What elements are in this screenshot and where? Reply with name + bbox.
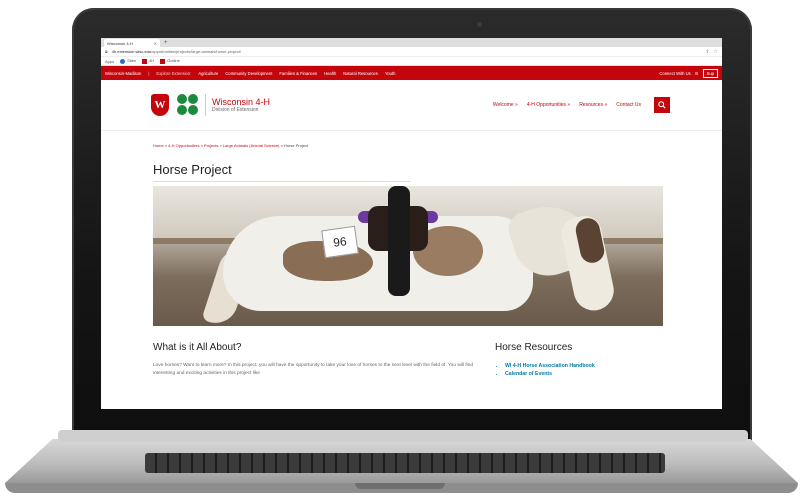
url-path: /opportunities/projects/large-animals/ho… xyxy=(151,49,241,54)
star-icon[interactable]: ☆ xyxy=(714,49,718,55)
page-title: Horse Project xyxy=(153,162,232,177)
sidebar-title: Horse Resources xyxy=(495,342,573,353)
bookmark-apps[interactable]: Apps xyxy=(105,59,114,64)
support-button[interactable]: Sup xyxy=(702,68,718,78)
intro-paragraph: Love horses? Want to learn more? In this… xyxy=(153,363,474,376)
main-content: Home » 4-H Opportunities » Projects » La… xyxy=(101,143,722,378)
brand-title: Wisconsin 4-H xyxy=(212,97,271,107)
4h-clover-logo[interactable] xyxy=(177,94,199,116)
explore-label: Explore Extension: xyxy=(156,70,192,76)
bookmark-w-icon xyxy=(142,58,148,64)
tab-title: Wisconsin 4-H xyxy=(107,40,133,46)
hinge xyxy=(58,430,748,442)
address-bar[interactable]: 🔒︎ 4h.extension.wisc.edu/opportunities/p… xyxy=(101,47,722,57)
rider-leg xyxy=(388,186,410,296)
url-domain: 4h.extension.wisc.edu xyxy=(111,49,152,54)
topbar-link-natural-resources[interactable]: Natural Resources xyxy=(343,71,378,76)
bookmark-outline[interactable]: Outline xyxy=(160,58,180,64)
bookmark-sites-label: Sites xyxy=(127,58,137,64)
content-columns: What is it All About? Love horses? Want … xyxy=(153,342,664,378)
nav-opportunities[interactable]: 4-H Opportunities » xyxy=(527,102,570,108)
topbar-link-community[interactable]: Community Development xyxy=(225,71,272,76)
breadcrumb-current: Horse Project xyxy=(283,143,309,148)
main-nav: Welcome » 4-H Opportunities » Resources … xyxy=(493,97,670,113)
resources-sidebar: Horse Resources WI 4-H Horse Association… xyxy=(495,342,595,378)
topbar-link-health[interactable]: Health xyxy=(324,71,336,76)
lid-notch xyxy=(355,483,445,489)
nav-resources[interactable]: Resources » xyxy=(579,102,607,108)
resource-link-calendar[interactable]: Calendar of Events xyxy=(505,370,595,378)
laptop-screen: Wisconsin 4-H ✕ + 🔒︎ 4h.extension.wisc.e… xyxy=(101,38,722,409)
search-icon xyxy=(658,101,666,109)
resource-link-handbook[interactable]: WI 4-H Horse Association Handbook xyxy=(505,362,595,370)
keyboard xyxy=(145,453,665,473)
laptop-base xyxy=(0,430,803,500)
bookmark-4h[interactable]: 4H xyxy=(142,58,155,64)
bookmark-4h-label: 4H xyxy=(149,58,155,64)
breadcrumb: Home » 4-H Opportunities » Projects » La… xyxy=(153,143,664,148)
clover-leaf xyxy=(188,94,198,104)
menu-icon[interactable]: ☰ xyxy=(695,71,699,76)
breadcrumb-trail[interactable]: Home » 4-H Opportunities » Projects » La… xyxy=(153,143,284,148)
new-tab-button[interactable]: + xyxy=(164,39,168,47)
topbar-link-agriculture[interactable]: Agriculture xyxy=(198,71,218,76)
title-divider xyxy=(153,181,411,182)
connect-link[interactable]: Connect With Us xyxy=(659,71,690,76)
extension-topbar: Wisconsin-Madison | Explore Extension: A… xyxy=(101,66,722,80)
topbar-link-youth[interactable]: Youth xyxy=(385,71,396,76)
clover-leaf xyxy=(177,94,187,104)
share-icon[interactable]: ⇪ xyxy=(705,49,709,55)
rider-number-tag: 96 xyxy=(321,225,359,259)
nav-contact[interactable]: Contact Us xyxy=(616,102,641,108)
bookmark-outline-label: Outline xyxy=(167,58,180,64)
bookmark-w-icon xyxy=(160,58,166,64)
search-button[interactable] xyxy=(654,97,670,113)
nav-welcome[interactable]: Welcome » xyxy=(493,102,518,108)
lock-icon: 🔒︎ xyxy=(105,48,108,55)
clover-leaf xyxy=(188,105,198,115)
globe-icon xyxy=(120,58,126,64)
uw-crest-logo[interactable]: W xyxy=(151,94,169,116)
topbar-right: Connect With Us ☰ Sup xyxy=(659,68,718,78)
url-text[interactable]: 4h.extension.wisc.edu/opportunities/proj… xyxy=(112,49,702,54)
brand-divider xyxy=(205,94,206,116)
close-tab-icon[interactable]: ✕ xyxy=(154,41,157,46)
laptop-deck xyxy=(5,439,798,483)
hero-horse-image: 96 xyxy=(153,186,663,326)
camera-icon xyxy=(477,22,482,27)
bookmark-sites[interactable]: Sites xyxy=(120,58,137,64)
brand-block[interactable]: Wisconsin 4-H Division of Extension xyxy=(212,97,270,113)
uw-madison-link[interactable]: Wisconsin-Madison xyxy=(105,71,141,76)
topbar-link-families[interactable]: Families & Finances xyxy=(279,71,317,76)
section-title: What is it All About? xyxy=(153,342,242,353)
brand-subtitle: Division of Extension xyxy=(212,107,259,113)
browser-tab[interactable]: Wisconsin 4-H ✕ xyxy=(104,39,160,47)
bookmarks-bar: Apps Sites 4H Outline xyxy=(101,57,722,66)
about-section: What is it All About? Love horses? Want … xyxy=(153,342,493,378)
topbar-divider: | xyxy=(148,70,150,76)
resource-list: WI 4-H Horse Association Handbook Calend… xyxy=(495,362,595,378)
browser-tab-bar: Wisconsin 4-H ✕ + xyxy=(101,38,722,47)
site-header: W Wisconsin 4-H Division of Extension We… xyxy=(101,80,722,131)
clover-leaf xyxy=(177,105,187,115)
